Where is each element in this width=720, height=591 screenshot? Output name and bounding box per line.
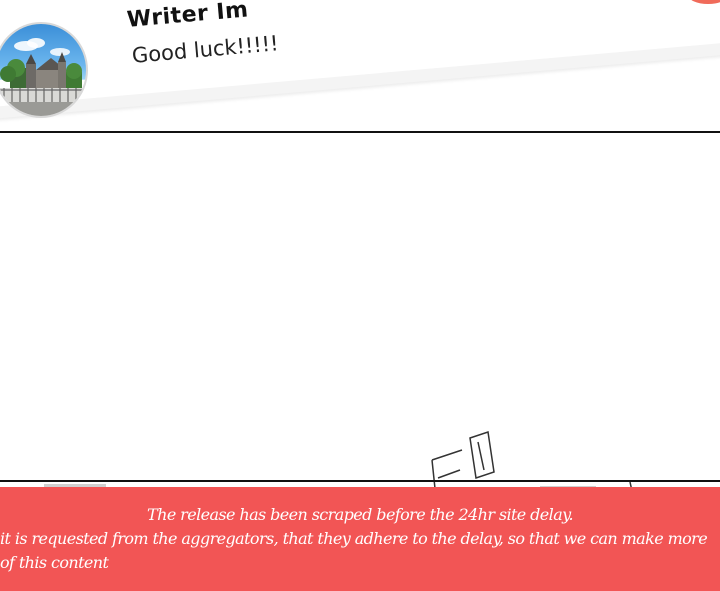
- notice-line-1: The release has been scraped before the …: [147, 505, 573, 524]
- panel-divider-top: [0, 131, 720, 133]
- author-note-panel: Writer Im Good luck!!!!!: [0, 0, 720, 132]
- author-note-card: [0, 0, 720, 120]
- panel-divider-bottom: [0, 480, 720, 482]
- castle-illustration-icon: [0, 38, 86, 116]
- notice-line-2: it is requested from the aggregators, th…: [0, 529, 708, 572]
- scraping-notice-banner: The release has been scraped before the …: [0, 487, 720, 591]
